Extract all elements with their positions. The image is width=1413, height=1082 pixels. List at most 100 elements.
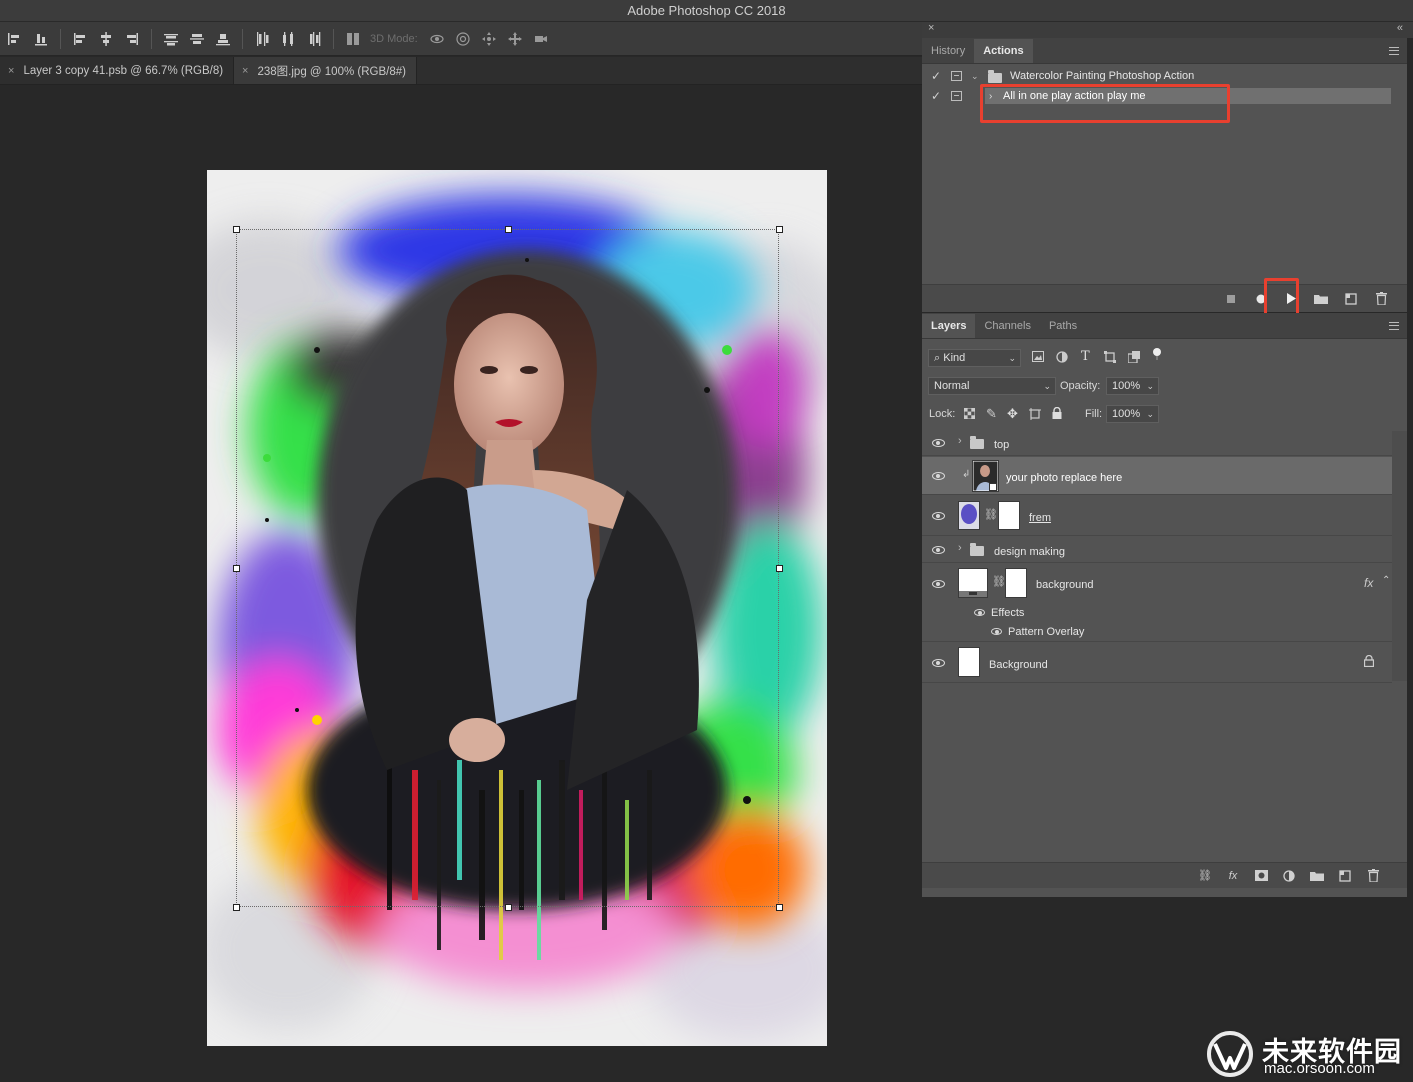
effects-visibility-eye-icon[interactable] xyxy=(974,609,985,616)
align-right-icon[interactable] xyxy=(121,28,143,50)
layer-row-background-locked[interactable]: Background xyxy=(922,643,1392,683)
fx-add-style-icon[interactable]: fx xyxy=(1225,868,1241,884)
collapse-effects-icon[interactable]: ⌃ xyxy=(1382,575,1390,586)
document-tab[interactable]: × Layer 3 copy 41.psb @ 66.7% (RGB/8) xyxy=(0,57,235,84)
align-horizontal-centers-icon[interactable] xyxy=(95,28,117,50)
new-set-icon[interactable] xyxy=(1313,291,1329,307)
tab-paths[interactable]: Paths xyxy=(1040,314,1086,338)
stop-icon[interactable] xyxy=(1223,291,1239,307)
close-tab-icon[interactable]: × xyxy=(242,65,248,77)
layer-mask-thumbnail[interactable] xyxy=(1005,568,1027,598)
chevron-down-icon[interactable]: ⌄ xyxy=(1146,378,1154,394)
filter-shape-icon[interactable] xyxy=(1104,351,1116,366)
transform-handle[interactable] xyxy=(233,565,240,572)
lock-position-icon[interactable]: ✥ xyxy=(1007,406,1018,422)
distribute-right-icon[interactable] xyxy=(303,28,325,50)
layer-row-background-fx[interactable]: ⛓ background fx ⌃ Effects Pattern Overla… xyxy=(922,564,1392,642)
toggle-checkmark-icon[interactable]: ✓ xyxy=(930,69,942,83)
visibility-eye-icon[interactable] xyxy=(932,659,945,667)
pattern-overlay-visibility-eye-icon[interactable] xyxy=(991,628,1002,635)
lock-icon[interactable] xyxy=(1363,654,1375,670)
transform-handle[interactable] xyxy=(233,226,240,233)
transform-handle[interactable] xyxy=(505,904,512,911)
3d-camera-icon[interactable] xyxy=(530,28,552,50)
dialog-toggle-icon[interactable] xyxy=(951,71,962,81)
filter-pixel-icon[interactable] xyxy=(1032,351,1044,365)
panel-menu-icon[interactable] xyxy=(1389,47,1399,55)
document-tab-active[interactable]: × 238图.jpg @ 100% (RGB/8#) xyxy=(234,57,417,84)
mask-link-icon[interactable]: ⛓ xyxy=(992,575,1006,588)
align-left-edges-icon[interactable] xyxy=(4,28,26,50)
transform-handle[interactable] xyxy=(233,904,240,911)
fill-input[interactable]: 100% ⌄ xyxy=(1106,405,1159,423)
tab-history[interactable]: History xyxy=(922,39,974,63)
blend-mode-dropdown[interactable]: Normal ⌄ xyxy=(928,377,1056,395)
3d-roll-icon[interactable] xyxy=(452,28,474,50)
dialog-toggle-icon[interactable] xyxy=(951,91,962,101)
visibility-eye-icon[interactable] xyxy=(932,546,945,554)
lock-image-pixels-icon[interactable]: ✎ xyxy=(986,406,997,422)
fx-indicator[interactable]: fx xyxy=(1364,576,1373,590)
layer-row-frem[interactable]: ⛓ frem xyxy=(922,496,1392,536)
transform-handle[interactable] xyxy=(505,226,512,233)
chevron-down-icon[interactable]: ⌄ xyxy=(1146,406,1154,422)
expand-chevron-icon[interactable]: ⌄ xyxy=(971,71,979,82)
3d-pan-icon[interactable] xyxy=(478,28,500,50)
tab-channels[interactable]: Channels xyxy=(975,314,1039,338)
distribute-vertical-centers-icon[interactable] xyxy=(186,28,208,50)
layers-scrollbar[interactable] xyxy=(1392,431,1407,681)
align-left-icon[interactable] xyxy=(69,28,91,50)
3d-orbit-icon[interactable] xyxy=(426,28,448,50)
panel-menu-icon[interactable] xyxy=(1389,322,1399,330)
document-canvas[interactable] xyxy=(207,170,827,1046)
delete-icon[interactable] xyxy=(1373,291,1389,307)
tab-actions[interactable]: Actions xyxy=(974,39,1033,63)
delete-layer-icon[interactable] xyxy=(1365,868,1381,884)
opacity-input[interactable]: 100% ⌄ xyxy=(1106,377,1159,395)
close-panel-icon[interactable]: × xyxy=(928,22,934,34)
transform-handle[interactable] xyxy=(776,565,783,572)
lock-artboard-icon[interactable] xyxy=(1029,408,1041,423)
record-icon[interactable] xyxy=(1253,291,1269,307)
close-tab-icon[interactable]: × xyxy=(8,65,14,77)
3d-slide-icon[interactable] xyxy=(504,28,526,50)
canvas-area[interactable] xyxy=(0,86,922,1082)
add-mask-icon[interactable] xyxy=(1253,868,1269,884)
visibility-eye-icon[interactable] xyxy=(932,512,945,520)
toggle-checkmark-icon[interactable]: ✓ xyxy=(930,89,942,103)
collapse-panel-icon[interactable]: « xyxy=(1397,22,1403,34)
filter-toggle-icon[interactable] xyxy=(1152,347,1162,364)
filter-adjustment-icon[interactable] xyxy=(1056,351,1068,366)
visibility-eye-icon[interactable] xyxy=(932,472,945,480)
expand-chevron-icon[interactable]: › xyxy=(958,435,962,447)
distribute-left-icon[interactable] xyxy=(251,28,273,50)
align-bottom-edges-icon[interactable] xyxy=(30,28,52,50)
layer-filter-dropdown[interactable]: ⌕ Kind ⌄ xyxy=(928,349,1021,367)
link-layers-icon[interactable]: ⛓ xyxy=(1197,868,1213,884)
lock-transparent-pixels-icon[interactable] xyxy=(963,407,976,422)
expand-chevron-icon[interactable]: › xyxy=(958,542,962,554)
transform-handle[interactable] xyxy=(776,904,783,911)
action-row[interactable]: ✓ › All in one play action play me xyxy=(922,86,1392,106)
auto-align-icon[interactable] xyxy=(342,28,364,50)
action-set-row[interactable]: ✓ ⌄ Watercolor Painting Photoshop Action xyxy=(922,66,1392,86)
lock-all-icon[interactable] xyxy=(1052,406,1062,422)
new-layer-icon[interactable] xyxy=(1337,868,1353,884)
play-icon[interactable] xyxy=(1283,291,1299,307)
transform-handle[interactable] xyxy=(776,226,783,233)
layer-row-your-photo[interactable]: ↲ your photo replace here xyxy=(922,457,1392,495)
expand-chevron-icon[interactable]: › xyxy=(989,91,992,102)
filter-type-icon[interactable]: T xyxy=(1081,349,1090,364)
mask-link-icon[interactable]: ⛓ xyxy=(984,508,998,521)
distribute-top-icon[interactable] xyxy=(160,28,182,50)
tab-layers[interactable]: Layers xyxy=(922,314,976,338)
new-group-icon[interactable] xyxy=(1309,868,1325,884)
layer-row-design-making[interactable]: › design making xyxy=(922,537,1392,563)
visibility-eye-icon[interactable] xyxy=(932,580,945,588)
visibility-eye-icon[interactable] xyxy=(932,439,945,447)
layer-row-top[interactable]: › top xyxy=(922,431,1392,456)
filter-smart-object-icon[interactable] xyxy=(1127,351,1140,366)
distribute-bottom-icon[interactable] xyxy=(212,28,234,50)
new-fill-adjustment-icon[interactable] xyxy=(1281,868,1297,884)
layer-mask-thumbnail[interactable] xyxy=(998,501,1020,530)
